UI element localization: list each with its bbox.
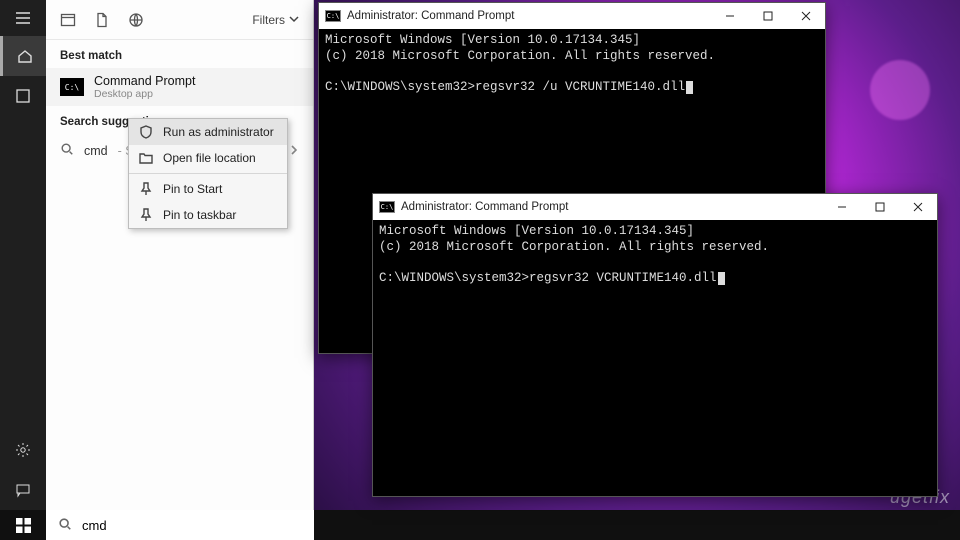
filters-dropdown[interactable]: Filters (252, 13, 299, 27)
hamburger-icon (15, 10, 31, 26)
ctx-pin-to-taskbar[interactable]: Pin to taskbar (129, 202, 287, 228)
terminal-prompt: C:\WINDOWS\system32> (379, 271, 529, 285)
cursor (686, 81, 693, 94)
terminal-prompt: C:\WINDOWS\system32> (325, 80, 475, 94)
globe-icon (128, 12, 144, 28)
window-icon (60, 12, 76, 28)
titlebar[interactable]: C:\ Administrator: Command Prompt (373, 194, 937, 220)
home-icon (17, 48, 33, 64)
apps-filter-button[interactable] (60, 12, 76, 28)
best-match-title: Command Prompt (94, 74, 195, 88)
terminal-command: regsvr32 /u VCRUNTIME140.dll (475, 80, 685, 94)
apps-icon (15, 88, 31, 104)
ctx-run-as-admin[interactable]: Run as administrator (129, 119, 287, 145)
search-icon (60, 142, 74, 159)
chevron-right-icon (289, 144, 299, 158)
search-icon (58, 517, 72, 534)
terminal-line: Microsoft Windows [Version 10.0.17134.34… (379, 224, 694, 238)
taskbar (0, 510, 960, 540)
pin-icon (139, 182, 153, 196)
context-menu: Run as administrator Open file location … (128, 118, 288, 229)
home-button[interactable] (0, 36, 46, 76)
cmd-window-2[interactable]: C:\ Administrator: Command Prompt Micros… (372, 193, 938, 497)
cmd-titlebar-icon: C:\ (379, 201, 395, 213)
feedback-button[interactable] (0, 470, 46, 510)
maximize-button[interactable] (861, 194, 899, 220)
cmd-app-icon: C:\ (60, 78, 84, 96)
document-icon (94, 12, 110, 28)
titlebar[interactable]: C:\ Administrator: Command Prompt (319, 3, 825, 29)
cursor (718, 272, 725, 285)
search-panel: Filters Best match C:\ Command Prompt De… (46, 0, 314, 510)
terminal-body[interactable]: Microsoft Windows [Version 10.0.17134.34… (373, 220, 937, 496)
search-panel-toolbar: Filters (46, 0, 313, 40)
settings-button[interactable] (0, 430, 46, 470)
apps-button[interactable] (0, 76, 46, 116)
minimize-button[interactable] (711, 3, 749, 29)
gear-icon (15, 442, 31, 458)
feedback-icon (15, 482, 31, 498)
terminal-command: regsvr32 VCRUNTIME140.dll (529, 271, 717, 285)
folder-icon (139, 151, 153, 165)
shield-icon (139, 125, 153, 139)
suggestion-query: cmd (84, 144, 108, 158)
ctx-pin-to-start[interactable]: Pin to Start (129, 176, 287, 202)
menu-button[interactable] (0, 0, 46, 36)
terminal-line: (c) 2018 Microsoft Corporation. All righ… (379, 240, 769, 254)
window-title: Administrator: Command Prompt (401, 201, 568, 213)
chevron-down-icon (289, 13, 299, 27)
close-button[interactable] (787, 3, 825, 29)
filters-label: Filters (252, 13, 285, 27)
minimize-button[interactable] (823, 194, 861, 220)
best-match-subtitle: Desktop app (94, 88, 195, 100)
taskbar-search[interactable] (46, 510, 314, 540)
window-title: Administrator: Command Prompt (347, 10, 514, 22)
ctx-label: Pin to taskbar (163, 208, 236, 222)
terminal-line: Microsoft Windows [Version 10.0.17134.34… (325, 33, 640, 47)
ctx-open-file-location[interactable]: Open file location (129, 145, 287, 171)
maximize-button[interactable] (749, 3, 787, 29)
activity-bar (0, 0, 46, 510)
documents-filter-button[interactable] (94, 12, 110, 28)
ctx-label: Pin to Start (163, 182, 222, 196)
cmd-titlebar-icon: C:\ (325, 10, 341, 22)
ctx-label: Run as administrator (163, 125, 274, 139)
start-button[interactable] (0, 510, 46, 540)
web-filter-button[interactable] (128, 12, 144, 28)
best-match-header: Best match (46, 40, 313, 68)
best-match-item[interactable]: C:\ Command Prompt Desktop app (46, 68, 313, 106)
ctx-label: Open file location (163, 151, 256, 165)
windows-icon (16, 518, 31, 533)
context-menu-separator (129, 173, 287, 174)
search-input[interactable] (82, 518, 282, 533)
close-button[interactable] (899, 194, 937, 220)
pin-icon (139, 208, 153, 222)
terminal-line: (c) 2018 Microsoft Corporation. All righ… (325, 49, 715, 63)
